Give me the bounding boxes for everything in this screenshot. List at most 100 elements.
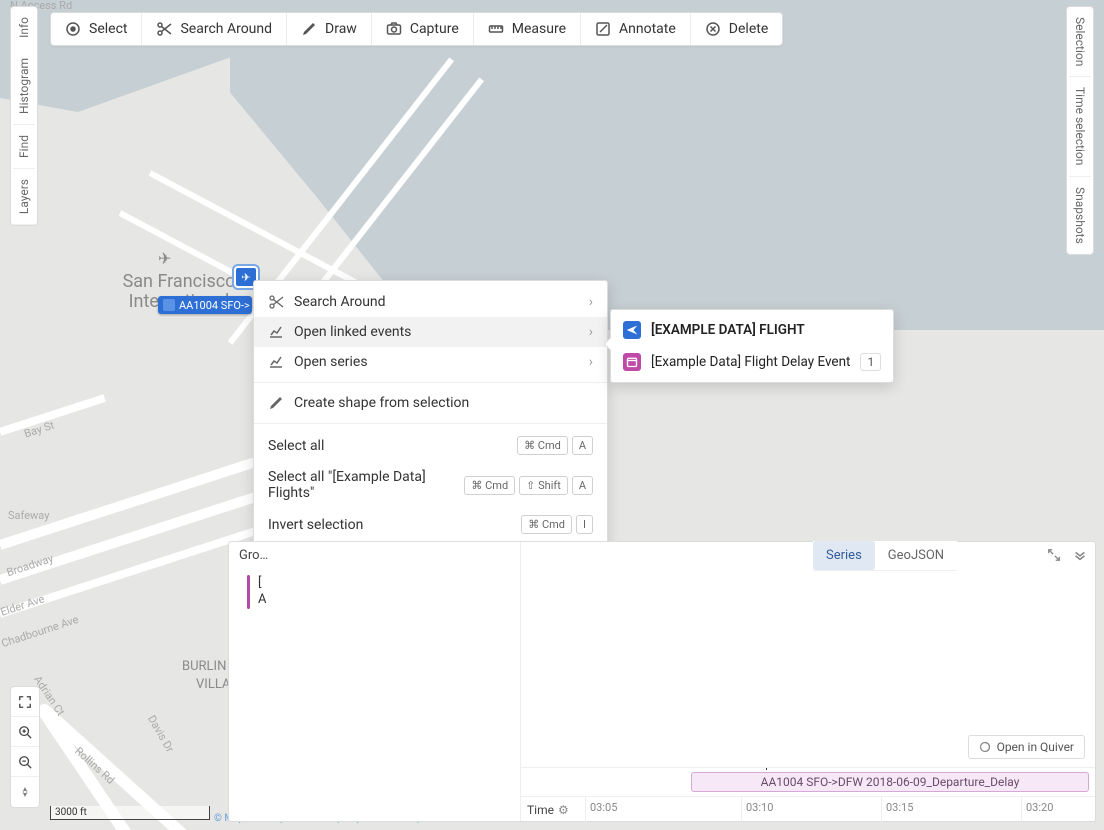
timeline-playhead[interactable] bbox=[766, 768, 767, 770]
timeline-event-label: AA1004 SFO->DFW 2018-06-09_Departure_Del… bbox=[761, 775, 1020, 789]
toolbar-label: Delete bbox=[729, 21, 768, 37]
compass-button[interactable] bbox=[11, 777, 39, 807]
kbd-cmd: ⌘ Cmd bbox=[464, 476, 515, 495]
open-in-quiver-button[interactable]: Open in Quiver bbox=[968, 735, 1085, 759]
chevron-right-icon: › bbox=[589, 354, 593, 370]
scale-bar: 3000 ft bbox=[50, 806, 210, 820]
ctx-create-shape[interactable]: Create shape from selection bbox=[254, 388, 607, 418]
flight-icon bbox=[623, 321, 641, 339]
zoom-out-button[interactable] bbox=[11, 747, 39, 777]
flight-marker-label: AA1004 SFO-> bbox=[179, 299, 250, 312]
ctx-open-linked-events[interactable]: Open linked events › bbox=[254, 317, 607, 347]
street-label: Elder Ave bbox=[0, 593, 46, 619]
right-sidebar-tabs: Selection Time selection Snapshots bbox=[1066, 6, 1094, 255]
ctx-label: Open series bbox=[294, 354, 579, 370]
quiver-icon bbox=[979, 741, 991, 753]
top-toolbar: Select Search Around Draw Capture Measur… bbox=[50, 12, 783, 46]
kbd-shift: ⇧ Shift bbox=[519, 476, 568, 495]
submenu-delay-event[interactable]: [Example Data] Flight Delay Event 1 bbox=[611, 346, 893, 378]
timeline-event[interactable]: AA1004 SFO->DFW 2018-06-09_Departure_Del… bbox=[691, 772, 1089, 792]
flight-icon bbox=[163, 299, 175, 311]
ctx-label: Select all bbox=[268, 438, 507, 454]
tab-series[interactable]: Series bbox=[813, 541, 875, 570]
left-tab-histogram[interactable]: Histogram bbox=[13, 48, 35, 125]
timeline-tick: 03:20 bbox=[1021, 797, 1053, 822]
expand-icon[interactable] bbox=[1045, 546, 1063, 564]
timeline-axis-label[interactable]: Time ⚙ bbox=[521, 803, 581, 817]
group-item-label: [ A bbox=[258, 575, 266, 609]
ctx-label: Open linked events bbox=[294, 324, 579, 340]
bottom-panel-tabs: Series GeoJSON bbox=[813, 541, 957, 571]
bottom-panel-controls bbox=[1045, 546, 1089, 564]
annotate-button[interactable]: Annotate bbox=[581, 13, 691, 45]
scale-label: 3000 ft bbox=[55, 807, 87, 818]
poi-label: Safeway bbox=[8, 510, 49, 522]
left-tab-layers[interactable]: Layers bbox=[13, 169, 35, 225]
street-label: Davis Dr bbox=[145, 713, 176, 754]
toolbar-label: Capture bbox=[410, 21, 459, 37]
linked-events-submenu: [EXAMPLE DATA] FLIGHT [Example Data] Fli… bbox=[610, 309, 894, 383]
pen-icon bbox=[301, 21, 317, 37]
submenu-flight-heading: [EXAMPLE DATA] FLIGHT bbox=[611, 314, 893, 346]
right-tab-time-selection[interactable]: Time selection bbox=[1069, 77, 1091, 176]
street-label: Chadbourne Ave bbox=[0, 614, 80, 650]
ctx-label: Search Around bbox=[294, 294, 579, 310]
right-tab-selection[interactable]: Selection bbox=[1069, 7, 1091, 77]
ctx-select-all-typed[interactable]: Select all "[Example Data] Flights" ⌘ Cm… bbox=[254, 462, 607, 508]
left-sidebar-tabs: Info Histogram Find Layers bbox=[10, 6, 38, 226]
timeline-axis: Time ⚙ 03:05 03:10 03:15 03:20 bbox=[521, 796, 1095, 822]
toolbar-label: Select bbox=[89, 21, 127, 37]
timeline-track[interactable]: AA1004 SFO->DFW 2018-06-09_Departure_Del… bbox=[521, 768, 1095, 796]
zoom-in-button[interactable] bbox=[11, 717, 39, 747]
flight-marker-tag[interactable]: AA1004 SFO-> bbox=[158, 296, 252, 314]
capture-button[interactable]: Capture bbox=[372, 13, 474, 45]
delete-icon bbox=[705, 21, 721, 37]
right-tab-snapshots[interactable]: Snapshots bbox=[1069, 177, 1091, 254]
chevron-right-icon: › bbox=[589, 294, 593, 310]
delete-button[interactable]: Delete bbox=[691, 13, 782, 45]
chart-line-icon bbox=[268, 354, 284, 370]
timeline-tick: 03:15 bbox=[881, 797, 913, 822]
scissors-icon bbox=[156, 21, 172, 37]
bottom-panel-groups: Gro… [ A bbox=[229, 542, 521, 821]
map-controls bbox=[10, 686, 40, 808]
area-label: VILLA bbox=[196, 678, 230, 692]
select-button[interactable]: Select bbox=[51, 13, 142, 45]
timeline-tick: 03:05 bbox=[585, 797, 617, 822]
submenu-label: [EXAMPLE DATA] FLIGHT bbox=[651, 322, 881, 338]
ctx-label: Create shape from selection bbox=[294, 395, 593, 411]
submenu-arrow bbox=[605, 338, 611, 350]
calendar-icon bbox=[623, 353, 641, 371]
area-label: BURLIN bbox=[182, 660, 226, 674]
ctx-invert-selection[interactable]: Invert selection ⌘ Cmd I bbox=[254, 508, 607, 541]
tab-geojson[interactable]: GeoJSON bbox=[875, 541, 957, 570]
separator bbox=[254, 382, 607, 383]
toolbar-label: Annotate bbox=[619, 21, 676, 37]
kbd-cmd: ⌘ Cmd bbox=[517, 436, 568, 455]
kbd-i: I bbox=[576, 515, 593, 534]
search-around-button[interactable]: Search Around bbox=[142, 13, 287, 45]
group-header[interactable]: Gro… bbox=[229, 542, 520, 569]
ctx-search-around[interactable]: Search Around › bbox=[254, 287, 607, 317]
edit-icon bbox=[595, 21, 611, 37]
toolbar-label: Measure bbox=[512, 21, 566, 37]
draw-button[interactable]: Draw bbox=[287, 13, 372, 45]
measure-button[interactable]: Measure bbox=[474, 13, 581, 45]
fit-extent-button[interactable] bbox=[11, 687, 39, 717]
bottom-panel-chart: Series GeoJSON Open in Quiver AA1004 SFO… bbox=[521, 542, 1095, 821]
group-color-bar bbox=[247, 575, 250, 609]
chevron-down-icon[interactable] bbox=[1071, 546, 1089, 564]
group-item[interactable]: [ A bbox=[229, 569, 520, 615]
place-label-line: San Francisco bbox=[123, 271, 236, 292]
left-tab-info[interactable]: Info bbox=[13, 7, 35, 48]
timeline[interactable]: AA1004 SFO->DFW 2018-06-09_Departure_Del… bbox=[521, 767, 1095, 821]
ctx-select-all[interactable]: Select all ⌘ Cmd A bbox=[254, 429, 607, 462]
submenu-count-badge: 1 bbox=[860, 353, 881, 371]
scissors-icon bbox=[268, 294, 284, 310]
chevron-right-icon: › bbox=[589, 324, 593, 340]
ctx-label: Invert selection bbox=[268, 517, 511, 533]
ctx-open-series[interactable]: Open series › bbox=[254, 347, 607, 377]
left-tab-find[interactable]: Find bbox=[13, 125, 35, 169]
gear-icon[interactable]: ⚙ bbox=[558, 803, 569, 817]
kbd-a: A bbox=[572, 436, 593, 455]
